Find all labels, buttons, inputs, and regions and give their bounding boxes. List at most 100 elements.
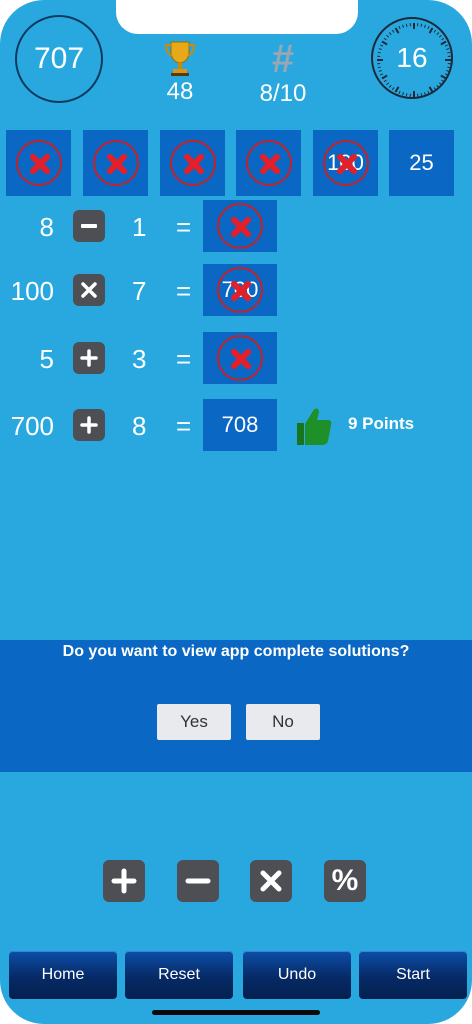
clock-tick — [441, 79, 445, 83]
equals-sign: = — [176, 411, 192, 441]
equals-sign: = — [176, 276, 192, 306]
clock-tick — [381, 40, 388, 46]
clock-tick — [377, 66, 381, 69]
operand-a: 5 — [39, 344, 54, 374]
equals-sign: = — [176, 212, 192, 242]
operand-b: 1 — [132, 212, 147, 242]
equals-sign: = — [176, 344, 192, 374]
number-tile[interactable]: 25 — [389, 130, 454, 196]
trophy-icon — [164, 41, 196, 76]
clock-tick — [440, 40, 447, 46]
clock-tick — [388, 84, 392, 88]
clock-tick — [427, 25, 430, 30]
tile-value: 25 — [409, 150, 434, 175]
thumbs-up-icon — [297, 408, 332, 445]
clock-tick — [428, 27, 434, 34]
score-display: 48 — [152, 38, 208, 106]
score-value: 48 — [166, 78, 194, 105]
clock-tick — [405, 23, 408, 27]
target-number: 707 — [15, 15, 103, 103]
clock-tick — [402, 92, 404, 96]
cross-icon — [92, 140, 139, 186]
clock-tick — [447, 51, 451, 54]
operand-b: 8 — [132, 411, 147, 441]
plus-button[interactable] — [103, 860, 145, 902]
cross-icon — [245, 140, 292, 186]
number-tile[interactable] — [236, 130, 301, 196]
minus-button[interactable] — [177, 860, 219, 902]
clock-tick — [446, 70, 450, 72]
clock-tick — [438, 34, 442, 38]
number-tile[interactable] — [83, 130, 148, 196]
operand-a: 100 — [10, 276, 54, 306]
clock-tick — [433, 29, 437, 33]
device-notch — [116, 0, 358, 34]
clock-tick — [398, 25, 401, 30]
minus-icon — [185, 878, 211, 884]
clock-tick — [420, 93, 423, 97]
cross-icon — [15, 140, 62, 186]
result-tile[interactable]: 700 — [203, 264, 277, 316]
clock-tick — [444, 44, 449, 47]
no-button[interactable]: No — [246, 704, 320, 740]
cross-icon — [217, 203, 263, 249]
points-label: 9 Points — [348, 414, 415, 433]
reset-button[interactable]: Reset — [125, 951, 233, 999]
clock-tick — [391, 29, 395, 33]
start-button[interactable]: Start — [359, 951, 467, 999]
number-tile[interactable]: 100 — [313, 130, 378, 196]
clock-tick — [424, 92, 426, 96]
times-icon — [260, 870, 282, 892]
operand-b: 3 — [132, 344, 147, 374]
clock-tick — [402, 24, 404, 28]
clock-tick — [428, 86, 434, 93]
clock-tick — [388, 32, 392, 36]
clock-tick — [394, 86, 400, 93]
clock-tick — [444, 73, 449, 76]
game-screen: 707 48 # 8/10 16 100 25 8 1 = 100 7 = 70… — [0, 0, 472, 1024]
undo-button[interactable]: Undo — [243, 951, 351, 999]
clock-tick — [381, 74, 388, 80]
cross-icon — [169, 140, 216, 186]
clock-tick — [383, 79, 387, 83]
result-tile[interactable] — [203, 332, 277, 384]
dialog-question: Do you want to view app complete solutio… — [62, 643, 410, 660]
home-button[interactable]: Home — [9, 951, 117, 999]
clock-tick — [440, 74, 447, 80]
clock-tick — [446, 48, 450, 50]
clock-tick — [433, 87, 437, 91]
round-value: 8/10 — [259, 80, 307, 107]
clock-tick — [436, 32, 440, 36]
clock-tick — [420, 23, 423, 27]
percent-button[interactable]: % — [324, 860, 366, 902]
yes-button[interactable]: Yes — [157, 704, 231, 740]
clock-tick — [394, 27, 400, 34]
timer-clock: 16 — [371, 17, 453, 99]
clock-tick — [398, 90, 401, 95]
clock-tick — [438, 82, 442, 86]
clock-tick — [379, 44, 384, 47]
plus-icon — [111, 868, 137, 894]
operand-a: 8 — [39, 212, 54, 242]
equation-row: 5 3 = — [0, 332, 472, 384]
clock-tick — [405, 93, 408, 97]
clock-tick — [378, 70, 382, 72]
clock-tick — [391, 87, 395, 91]
clock-tick — [427, 90, 430, 95]
clock-tick — [436, 84, 440, 88]
result-tile[interactable] — [203, 200, 277, 252]
clock-tick — [424, 24, 426, 28]
number-tile[interactable] — [6, 130, 71, 196]
clock-tick — [441, 37, 445, 41]
number-tiles: 100 25 — [6, 130, 466, 196]
result-value: 708 — [221, 412, 259, 437]
number-tile[interactable] — [160, 130, 225, 196]
equation-row: 8 1 = — [0, 200, 472, 252]
minus-icon — [73, 210, 105, 242]
cross-icon — [217, 267, 263, 313]
result-tile[interactable]: 708 — [203, 399, 277, 451]
times-button[interactable] — [250, 860, 292, 902]
hash-icon: # — [271, 37, 295, 81]
clock-tick — [378, 48, 382, 50]
timer-value: 16 — [396, 42, 428, 73]
